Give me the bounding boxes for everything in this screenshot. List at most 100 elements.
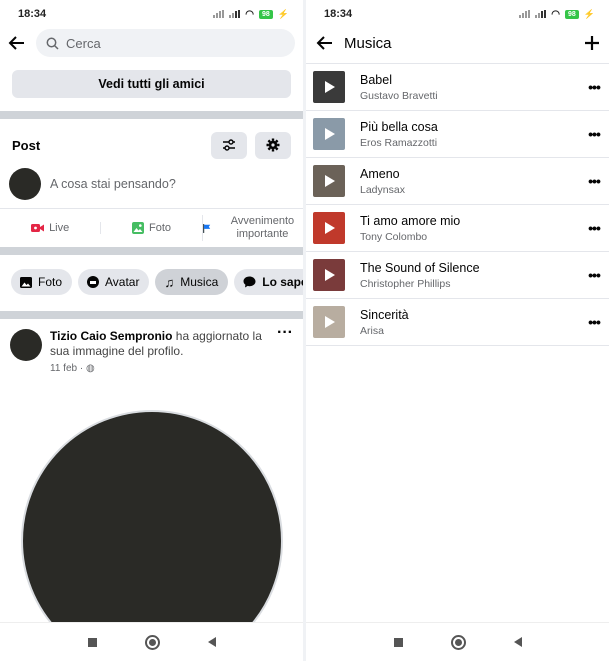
- post-composer[interactable]: A cosa stai pensando?: [0, 167, 303, 201]
- play-icon[interactable]: [325, 81, 335, 93]
- recent-apps-icon[interactable]: [87, 637, 97, 647]
- chip-photo[interactable]: Foto: [11, 269, 73, 295]
- song-artist: Tony Colombo: [360, 230, 428, 243]
- album-cover[interactable]: [313, 306, 345, 338]
- list-item[interactable]: Sincerità Arisa •••: [306, 299, 609, 346]
- play-icon[interactable]: [325, 222, 335, 234]
- live-button[interactable]: Live: [0, 222, 100, 234]
- music-list: Babel Gustavo Bravetti ••• Più bella cos…: [306, 63, 609, 346]
- search-placeholder: Cerca: [66, 35, 101, 51]
- list-item[interactable]: Ameno Ladynsax •••: [306, 158, 609, 205]
- chip-label: Musica: [180, 275, 219, 289]
- more-options-icon[interactable]: •••: [579, 267, 609, 283]
- chip-avatar[interactable]: Avatar: [78, 269, 150, 295]
- signal-icon: [213, 10, 225, 18]
- song-title: Più bella cosa: [360, 119, 438, 134]
- add-icon[interactable]: [585, 36, 599, 50]
- more-options-icon[interactable]: •••: [579, 126, 609, 142]
- more-options-icon[interactable]: •••: [579, 220, 609, 236]
- song-artist: Eros Ramazzotti: [360, 136, 438, 149]
- wifi-icon: ◠: [245, 8, 254, 20]
- song-artist: Christopher Phillips: [360, 277, 451, 290]
- composer-placeholder: A cosa stai pensando?: [50, 177, 176, 191]
- flag-icon: [202, 223, 210, 233]
- play-icon[interactable]: [325, 269, 335, 281]
- charging-icon: ⚡: [583, 8, 595, 19]
- list-item[interactable]: Babel Gustavo Bravetti •••: [306, 64, 609, 111]
- status-bar: 18:34 ◠ 98 ⚡: [306, 0, 609, 28]
- composer-actions: Live Foto Avvenimento importante: [0, 208, 303, 247]
- album-cover[interactable]: [313, 259, 345, 291]
- status-time: 18:34: [18, 8, 47, 20]
- list-item[interactable]: Più bella cosa Eros Ramazzotti •••: [306, 111, 609, 158]
- post-section-header: Post: [0, 131, 303, 159]
- home-icon[interactable]: [450, 634, 466, 650]
- chip-music[interactable]: ♫ Musica: [155, 269, 229, 295]
- settings-button[interactable]: [255, 131, 291, 159]
- music-panel: 18:34 ◠ 98 ⚡ Musica Babel Gustavo Bravet…: [306, 0, 609, 661]
- song-title: Babel: [360, 72, 392, 87]
- play-icon[interactable]: [325, 316, 335, 328]
- filter-button[interactable]: [211, 131, 247, 159]
- photo-button[interactable]: Foto: [100, 222, 201, 234]
- back-arrow-icon[interactable]: [316, 34, 334, 52]
- live-label: Live: [49, 222, 70, 234]
- photo-icon: [131, 222, 144, 234]
- more-options-icon[interactable]: •••: [579, 314, 609, 330]
- post-section-title: Post: [12, 137, 41, 153]
- avatar[interactable]: [9, 168, 41, 200]
- more-options-icon[interactable]: ···: [277, 325, 293, 376]
- list-item[interactable]: Ti amo amore mio Tony Colombo •••: [306, 205, 609, 252]
- more-options-icon[interactable]: •••: [579, 79, 609, 95]
- song-title: Ti amo amore mio: [360, 213, 461, 228]
- avatar[interactable]: [10, 329, 42, 361]
- album-cover[interactable]: [313, 165, 345, 197]
- play-icon[interactable]: [325, 128, 335, 140]
- song-artist: Ladynsax: [360, 183, 405, 196]
- post-meta: 11 feb · ◍: [50, 363, 95, 374]
- life-event-button[interactable]: Avvenimento importante: [201, 215, 303, 241]
- album-cover[interactable]: [313, 71, 345, 103]
- live-icon: [31, 224, 45, 232]
- music-note-icon: ♫: [164, 274, 175, 290]
- song-artist: Gustavo Bravetti: [360, 89, 438, 102]
- page-title: Musica: [344, 34, 392, 52]
- back-icon[interactable]: [207, 637, 216, 647]
- song-title: Ameno: [360, 166, 400, 181]
- battery-icon: 98: [564, 9, 579, 19]
- globe-icon: ◍: [85, 363, 95, 374]
- section-divider: [0, 247, 303, 255]
- gear-icon: [266, 138, 280, 152]
- category-chips: Foto Avatar ♫ Musica Lo sapev: [0, 269, 303, 295]
- battery-icon: 98: [258, 9, 273, 19]
- album-cover[interactable]: [313, 212, 345, 244]
- avatar-icon: [87, 276, 100, 288]
- photo-label: Foto: [148, 222, 171, 234]
- search-bar: Cerca: [0, 28, 303, 58]
- chip-label: Foto: [38, 275, 63, 289]
- back-icon[interactable]: [513, 637, 522, 647]
- friends-profile-panel: 18:34 ◠ 98 ⚡ Cerca Vedi tutti gli amici …: [0, 0, 303, 661]
- life-event-label: Avvenimento importante: [230, 215, 295, 240]
- play-icon[interactable]: [325, 175, 335, 187]
- search-icon: [46, 37, 59, 50]
- song-title: The Sound of Silence: [360, 260, 480, 275]
- post-author[interactable]: Tizio Caio Sempronio: [50, 329, 172, 343]
- list-item[interactable]: The Sound of Silence Christopher Phillip…: [306, 252, 609, 299]
- section-divider: [0, 111, 303, 119]
- chip-label: Lo sapev: [262, 275, 303, 289]
- wifi-icon: ◠: [551, 8, 560, 20]
- search-input[interactable]: Cerca: [36, 29, 295, 57]
- signal-icon: [535, 10, 547, 18]
- more-options-icon[interactable]: •••: [579, 173, 609, 189]
- post-date[interactable]: 11 feb: [50, 363, 77, 374]
- see-all-friends-button[interactable]: Vedi tutti gli amici: [12, 70, 291, 98]
- album-cover[interactable]: [313, 118, 345, 150]
- back-arrow-icon[interactable]: [8, 34, 26, 52]
- home-icon[interactable]: [144, 634, 160, 650]
- chip-did-you-know[interactable]: Lo sapev: [234, 269, 303, 295]
- recent-apps-icon[interactable]: [393, 637, 403, 647]
- signal-icon: [229, 10, 241, 18]
- android-nav-bar: [306, 622, 609, 661]
- feed-post: Tizio Caio Sempronio ha aggiornato la su…: [0, 325, 303, 376]
